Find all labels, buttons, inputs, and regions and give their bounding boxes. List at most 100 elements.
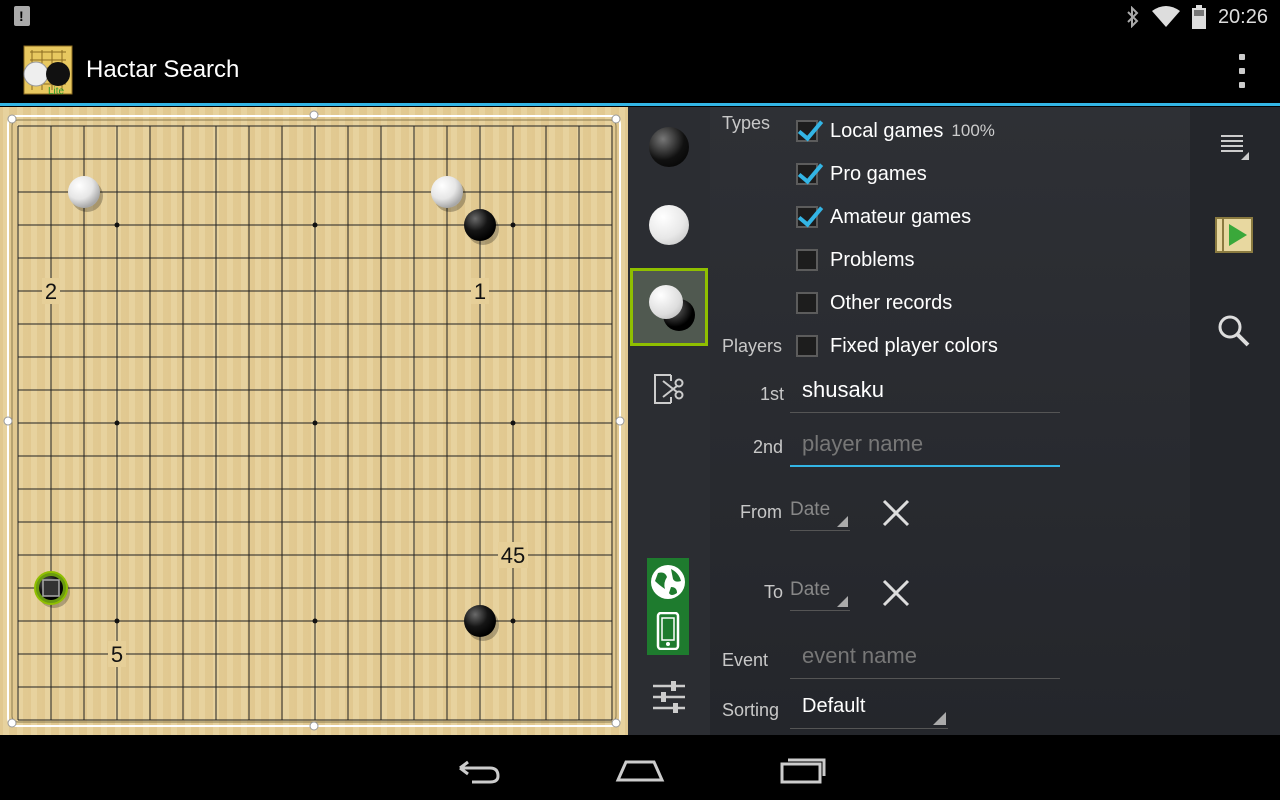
action-bar: Lite Hactar Search	[0, 34, 1280, 106]
type-amateur-games[interactable]: Amateur games	[796, 202, 971, 232]
hoshi-point	[510, 222, 516, 228]
black-stone-icon	[649, 127, 689, 167]
go-board-canvas[interactable]: 2 1 45 5	[0, 107, 628, 735]
app-icon-badge: Lite	[48, 86, 65, 96]
from-date-spinner[interactable]: Date	[790, 499, 850, 531]
type-other-records[interactable]: Other records	[796, 288, 952, 318]
checkbox-label: Amateur games	[830, 205, 972, 228]
clear-from-date-icon[interactable]	[878, 495, 914, 531]
white-stone	[68, 176, 100, 208]
black-stone	[464, 605, 496, 637]
back-icon[interactable]	[446, 752, 506, 786]
globe-icon	[651, 565, 685, 600]
type-problems[interactable]: Problems	[796, 245, 914, 275]
type-pro-games[interactable]: Pro games	[796, 159, 927, 189]
search-button[interactable]	[1204, 301, 1264, 361]
hoshi-point	[312, 420, 318, 426]
first-player-input[interactable]: shusaku	[790, 373, 1060, 413]
clear-to-date-icon[interactable]	[878, 575, 914, 611]
checkbox[interactable]	[796, 206, 818, 228]
hoshi-point	[114, 420, 120, 426]
app-icon[interactable]: Lite	[20, 44, 76, 96]
checkbox[interactable]	[796, 120, 818, 142]
black-stone	[464, 209, 496, 241]
checkbox[interactable]	[796, 335, 818, 357]
status-icons: 20:26	[1126, 4, 1268, 30]
board-handle	[611, 114, 621, 124]
hoshi-point	[312, 222, 318, 228]
home-icon[interactable]	[610, 752, 670, 786]
board-label: 45	[501, 543, 525, 568]
second-player-label: 2nd	[753, 437, 784, 457]
board-label: 2	[45, 279, 57, 304]
sliders-icon	[653, 681, 685, 713]
white-stone-tool[interactable]	[628, 203, 710, 247]
players-label: Players	[722, 336, 783, 356]
hoshi-point	[510, 618, 516, 624]
second-player-input[interactable]: player name	[790, 427, 1060, 467]
hoshi-point	[312, 618, 318, 624]
board-handle	[309, 721, 319, 731]
clock: 20:26	[1217, 5, 1268, 28]
bluetooth-icon	[1127, 6, 1139, 28]
to-date-spinner[interactable]: Date	[790, 579, 850, 611]
checkbox[interactable]	[796, 292, 818, 314]
checkbox-label: Pro games	[830, 162, 927, 185]
alternate-stones-tool[interactable]	[630, 268, 708, 346]
play-results-icon	[1215, 217, 1253, 253]
event-input[interactable]: event name	[790, 639, 1060, 679]
app-title: Hactar Search	[86, 56, 240, 83]
navigation-bar	[0, 736, 1280, 800]
board-handle	[7, 114, 17, 124]
action-column	[1190, 107, 1280, 735]
list-menu-button[interactable]	[1204, 115, 1264, 175]
checkbox-label: Other records	[830, 291, 953, 314]
tool-column	[628, 107, 710, 735]
sorting-spinner[interactable]: Default	[790, 695, 948, 729]
hoshi-point	[114, 222, 120, 228]
black-stone-tool[interactable]	[628, 125, 710, 169]
to-label: To	[764, 582, 784, 602]
status-bar: 20:26	[0, 0, 1280, 34]
board-handle	[7, 718, 17, 728]
board-label: 5	[111, 642, 123, 667]
checkbox[interactable]	[796, 249, 818, 271]
board-handle	[3, 416, 13, 426]
types-label: Types	[722, 113, 771, 133]
hoshi-point	[510, 420, 516, 426]
sorting-label: Sorting	[722, 700, 780, 720]
board-label: 1	[474, 279, 486, 304]
overflow-menu-icon[interactable]	[1232, 54, 1252, 88]
search-icon	[1218, 315, 1250, 347]
event-label: Event	[722, 650, 769, 670]
go-board[interactable]: 2 1 45 5	[0, 107, 628, 735]
checkbox[interactable]	[796, 163, 818, 185]
notification-icon	[14, 6, 30, 26]
white-stone	[431, 176, 463, 208]
type-local-games[interactable]: Local games 100%	[796, 116, 995, 146]
scissors-region-icon	[654, 374, 684, 404]
from-label: From	[740, 502, 782, 522]
last-move-marker	[42, 579, 60, 597]
phone-icon	[656, 611, 680, 650]
board-handle	[615, 416, 625, 426]
checkbox-label: Local games	[830, 119, 944, 142]
play-results-button[interactable]	[1204, 205, 1264, 265]
board-handle	[309, 110, 319, 120]
wifi-icon	[1151, 6, 1180, 27]
source-toggle[interactable]	[647, 558, 689, 655]
fixed-player-colors[interactable]: Fixed player colors	[796, 331, 998, 361]
checkbox-label: Fixed player colors	[830, 334, 998, 357]
checkbox-label: Problems	[830, 248, 915, 271]
search-form: Types Local games 100% Pro games Amateur…	[710, 107, 1190, 735]
board-handle	[611, 718, 621, 728]
first-player-label: 1st	[760, 384, 785, 404]
settings-sliders[interactable]	[628, 677, 710, 717]
hoshi-point	[114, 618, 120, 624]
recent-apps-icon[interactable]	[772, 752, 832, 786]
white-stone-icon	[649, 285, 683, 319]
white-stone-icon	[649, 205, 689, 245]
local-games-percent: 100%	[951, 121, 995, 140]
cut-region-tool[interactable]	[628, 369, 710, 409]
battery-icon	[1191, 5, 1206, 29]
